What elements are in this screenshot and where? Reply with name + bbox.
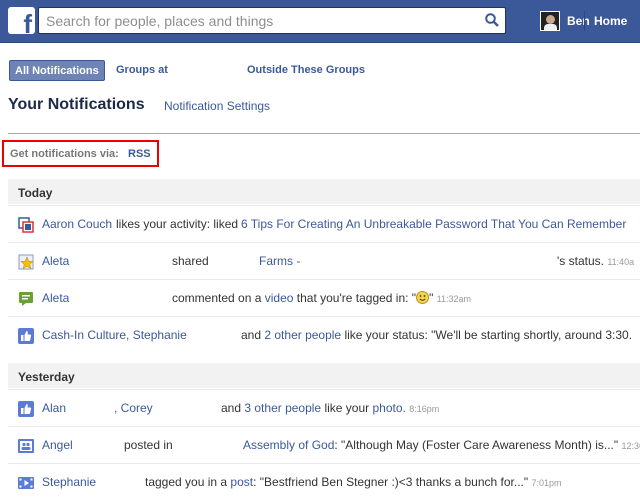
notification-text-part: commented on a (172, 291, 262, 305)
search-icon (485, 13, 499, 27)
search-box (38, 7, 506, 34)
notification-link[interactable]: Assembly of God (243, 438, 334, 452)
section-header-yesterday (8, 363, 640, 388)
notification-row[interactable]: Aleta shared Farms - 's status. 11:40a (8, 242, 640, 279)
filter-outside-groups[interactable]: Outside These Groups (247, 64, 365, 76)
comment-icon (19, 292, 33, 306)
notification-settings-link[interactable]: Notification Settings (164, 99, 270, 113)
notification-text: likes your activity: liked (116, 217, 239, 231)
notification-text-tail: 's status. (557, 254, 604, 268)
notification-link[interactable]: Farms - (259, 254, 300, 268)
timestamp: 11:32am (436, 294, 472, 304)
notification-actor[interactable]: Aleta (42, 254, 69, 268)
notification-link[interactable]: 3 other people (244, 401, 321, 415)
notification-row[interactable]: Cash-In Culture, Stephanie and 2 other p… (8, 316, 640, 353)
notification-filters: All Notifications Groups at Outside Thes… (0, 60, 640, 82)
notification-text: 's status. 11:40a (557, 254, 634, 268)
filter-groups-at[interactable]: Groups at (116, 64, 168, 76)
notification-text: tagged you in a post: "Bestfriend Ben St… (145, 475, 562, 489)
section-header-today (8, 179, 640, 204)
notification-text: commented on a video that you're tagged … (172, 291, 471, 305)
page-title: Your Notifications (8, 96, 145, 113)
notification-row[interactable]: Angel posted in Assembly of God: "Althou… (8, 426, 640, 463)
notification-row[interactable]: Stephanie tagged you in a post: "Bestfri… (8, 463, 640, 500)
notification-row[interactable]: Aaron Couch likes your activity: liked 6… (8, 205, 640, 242)
divider (8, 133, 640, 134)
notification-link[interactable]: video (265, 291, 294, 305)
avatar (540, 11, 560, 31)
notification-row[interactable]: Alan , Corey and 3 other people like you… (8, 389, 640, 426)
star-page-icon (18, 254, 34, 270)
notification-text: Assembly of God: "Although May (Foster C… (243, 438, 640, 452)
timestamp: 12:36 (621, 441, 640, 451)
notification-actor[interactable]: Aaron Couch (42, 217, 112, 231)
divider (584, 11, 585, 31)
notification-text-part: that you're tagged in: " (296, 291, 417, 305)
home-link[interactable]: Home (594, 14, 627, 28)
notification-actor[interactable]: Alan (42, 401, 66, 415)
group-post-icon (18, 439, 34, 453)
notification-link[interactable]: 2 other people (264, 328, 341, 342)
timestamp: 11:40a (607, 257, 635, 267)
notification-text-part: tagged you in a (145, 475, 228, 489)
notification-text-part: : "Although May (Foster Care Awareness M… (334, 438, 619, 452)
notification-actor[interactable]: Stephanie (42, 475, 96, 489)
rss-link[interactable]: RSS (128, 148, 151, 160)
notification-row[interactable]: Aleta commented on a video that you're t… (8, 279, 640, 316)
like-icon (18, 401, 34, 417)
user-name: Ben (567, 14, 590, 28)
section-title-today: Today (18, 186, 53, 200)
notification-text-part: : "Bestfriend Ben Stegner :)<3 thanks a … (253, 475, 529, 489)
rss-label: Get notifications via: (10, 148, 119, 160)
notification-actor[interactable]: Aleta (42, 291, 69, 305)
search-button[interactable] (479, 8, 505, 33)
timestamp: 8:16pm (409, 404, 440, 414)
video-tag-icon (18, 477, 34, 489)
notification-link[interactable]: post (230, 475, 253, 489)
section-title-yesterday: Yesterday (18, 370, 75, 384)
like-icon (18, 328, 34, 344)
facebook-logo-icon[interactable]: f (8, 7, 35, 37)
notification-text-part: like your (324, 401, 370, 415)
rss-box: Get notifications via: RSS (2, 140, 159, 167)
notification-text: posted in (124, 438, 173, 452)
link-icon (18, 217, 34, 233)
smiley-icon (416, 291, 430, 304)
notification-actor[interactable]: Cash-In Culture, Stephanie (42, 328, 187, 342)
notification-text-part: " (429, 291, 434, 305)
notification-text-part: and (221, 401, 242, 415)
notification-actor[interactable]: , Corey (114, 401, 153, 415)
notification-actor[interactable]: Angel (42, 438, 73, 452)
notification-text: and 3 other people like your photo. 8:16… (221, 401, 439, 415)
search-input[interactable] (39, 8, 479, 33)
notification-text: and 2 other people like your status: "We… (241, 328, 632, 342)
notification-text: shared (172, 254, 209, 268)
notification-text-part: like your status: "We'll be starting sho… (344, 328, 633, 342)
timestamp: 7:01pm (531, 478, 562, 488)
top-bar: f Ben Home (0, 0, 640, 43)
notification-text-part: and (241, 328, 262, 342)
notification-link[interactable]: 6 Tips For Creating An Unbreakable Passw… (241, 217, 626, 231)
filter-all-notifications[interactable]: All Notifications (9, 60, 105, 81)
notification-link[interactable]: photo. (372, 401, 405, 415)
profile-link[interactable]: Ben (540, 10, 590, 32)
